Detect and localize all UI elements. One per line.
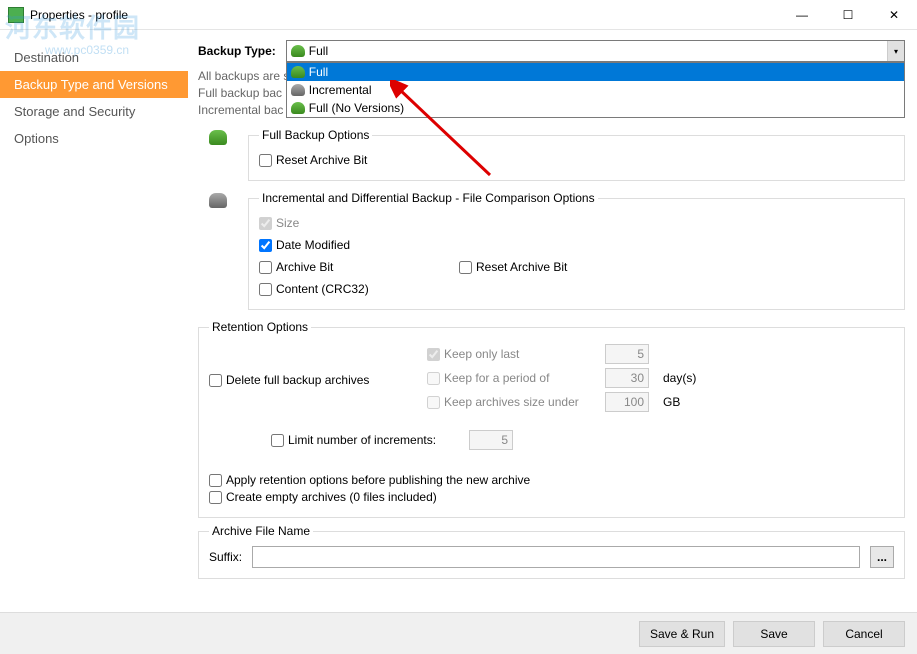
content-crc32-checkbox[interactable]: Content (CRC32) (259, 282, 449, 296)
suffix-input[interactable] (252, 546, 860, 568)
chevron-down-icon[interactable]: ▾ (887, 41, 904, 61)
keep-period-value (605, 368, 649, 388)
keep-last-value (605, 344, 649, 364)
disk-green-icon (291, 66, 305, 78)
sidebar-item-storage-security[interactable]: Storage and Security (0, 98, 188, 125)
suffix-label: Suffix: (209, 550, 242, 564)
full-backup-legend: Full Backup Options (259, 128, 372, 142)
size-checkbox: Size (259, 216, 449, 230)
full-backup-options: Full Backup Options Reset Archive Bit (248, 128, 905, 181)
dropdown-item-incremental[interactable]: Incremental (287, 81, 904, 99)
archive-filename-legend: Archive File Name (209, 524, 313, 538)
disk-green-icon (209, 130, 227, 145)
keep-size-unit: GB (663, 395, 680, 409)
sidebar: Destination Backup Type and Versions Sto… (0, 30, 188, 610)
footer: Save & Run Save Cancel (0, 612, 917, 654)
apply-retention-before-checkbox[interactable]: Apply retention options before publishin… (209, 473, 894, 487)
reset-archive-bit-checkbox[interactable]: Reset Archive Bit (259, 153, 894, 167)
disk-green-icon (291, 102, 305, 114)
delete-full-backup-checkbox[interactable]: Delete full backup archives (209, 373, 409, 387)
window-title: Properties - profile (30, 8, 128, 22)
main-panel: Backup Type: Full ▾ Full Incremental (188, 30, 917, 610)
keep-size-value (605, 392, 649, 412)
sidebar-item-destination[interactable]: Destination (0, 44, 188, 71)
save-button[interactable]: Save (733, 621, 815, 647)
reset-archive-bit-inc-checkbox[interactable]: Reset Archive Bit (459, 260, 894, 274)
backup-type-label: Backup Type: (198, 44, 276, 58)
backup-type-dropdown: Full Incremental Full (No Versions) (286, 62, 905, 118)
disk-green-icon (291, 45, 305, 57)
date-modified-checkbox[interactable]: Date Modified (259, 238, 449, 252)
limit-increments-checkbox[interactable]: Limit number of increments: (271, 433, 461, 447)
minimize-button[interactable]: — (779, 0, 825, 30)
archive-bit-checkbox[interactable]: Archive Bit (259, 260, 449, 274)
retention-options: Retention Options Delete full backup arc… (198, 320, 905, 518)
disk-grey-icon (291, 84, 305, 96)
keep-only-last-checkbox: Keep only last (427, 347, 597, 361)
keep-period-unit: day(s) (663, 371, 696, 385)
titlebar: Properties - profile — ☐ ✕ (0, 0, 917, 30)
window-controls: — ☐ ✕ (779, 0, 917, 30)
keep-period-checkbox: Keep for a period of (427, 371, 597, 385)
backup-type-combo[interactable]: Full ▾ Full Incremental Full (No Version… (286, 40, 905, 62)
backup-type-value: Full (309, 44, 328, 58)
create-empty-archives-checkbox[interactable]: Create empty archives (0 files included) (209, 490, 894, 504)
sidebar-item-options[interactable]: Options (0, 125, 188, 152)
incremental-options: Incremental and Differential Backup - Fi… (248, 191, 905, 310)
save-run-button[interactable]: Save & Run (639, 621, 725, 647)
retention-legend: Retention Options (209, 320, 311, 334)
dropdown-item-full[interactable]: Full (287, 63, 904, 81)
sidebar-item-backup-type[interactable]: Backup Type and Versions (0, 71, 188, 98)
cancel-button[interactable]: Cancel (823, 621, 905, 647)
close-button[interactable]: ✕ (871, 0, 917, 30)
suffix-browse-button[interactable]: ... (870, 546, 894, 568)
app-icon (8, 7, 24, 23)
keep-size-checkbox: Keep archives size under (427, 395, 597, 409)
archive-file-name: Archive File Name Suffix: ... (198, 524, 905, 579)
incremental-legend: Incremental and Differential Backup - Fi… (259, 191, 598, 205)
dropdown-item-full-no-versions[interactable]: Full (No Versions) (287, 99, 904, 117)
maximize-button[interactable]: ☐ (825, 0, 871, 30)
disk-grey-icon (209, 193, 227, 208)
limit-increments-value (469, 430, 513, 450)
